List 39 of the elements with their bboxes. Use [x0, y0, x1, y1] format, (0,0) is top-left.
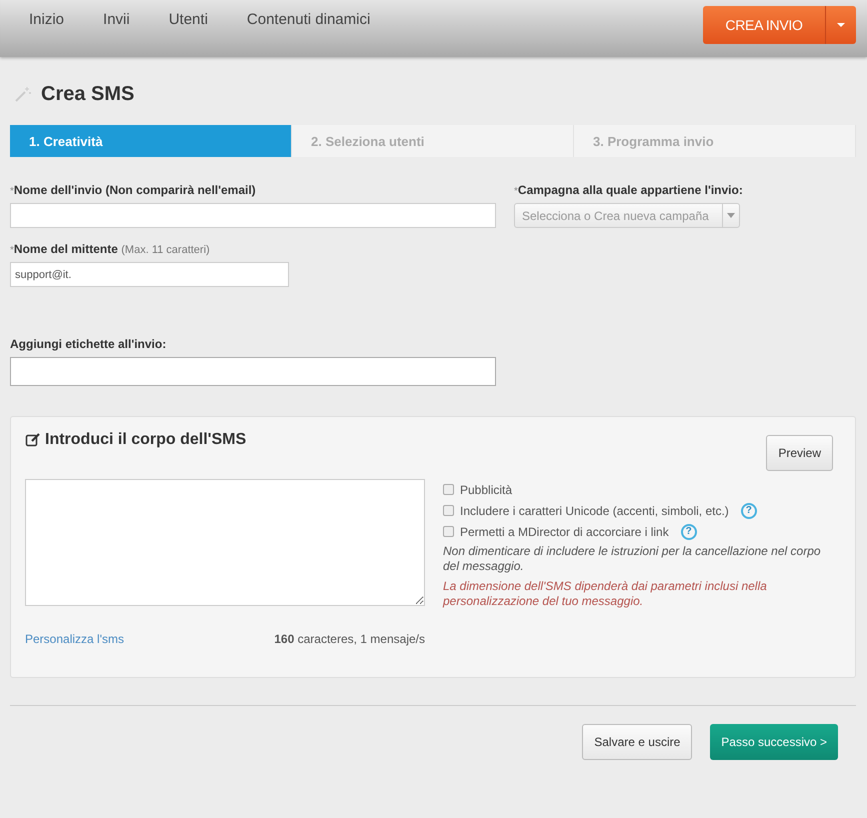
help-icon[interactable]: ?: [680, 524, 697, 540]
caret-icon: [836, 22, 846, 28]
checkbox[interactable]: [443, 526, 454, 537]
dropdown-button[interactable]: [825, 6, 856, 44]
preview-button[interactable]: Preview: [766, 435, 833, 471]
nav-link[interactable]: Contenuti dinamici: [246, 11, 370, 28]
edit-icon: [25, 432, 41, 448]
input-field[interactable]: [10, 203, 496, 228]
character-counter: 160 caracteres, 1 mensaje/s: [274, 632, 425, 646]
field-label: *Nome del mittente (Max. 11 caratteri): [10, 242, 211, 256]
checkbox[interactable]: [443, 484, 454, 495]
checkbox[interactable]: [443, 505, 454, 516]
wizard-step[interactable]: 2. Seleziona utenti: [292, 125, 574, 157]
input-field[interactable]: support@it.: [10, 262, 289, 287]
checkbox-label: Pubblicità: [460, 482, 512, 496]
campaign-select[interactable]: Selecciona o Crea nueva campaña: [514, 203, 740, 228]
page-title: Crea SMS: [41, 82, 134, 106]
field-label: *Campagna alla quale appartiene l'invio:: [514, 183, 743, 197]
checkbox-label: Includere i caratteri Unicode (accenti, simboli, etc.): [460, 504, 729, 518]
input-field[interactable]: [10, 357, 496, 386]
create-button[interactable]: CREA INVIO: [703, 6, 825, 44]
panel-title: Introduci il corpo dell'SMS: [45, 431, 246, 449]
field-label: Aggiungi etichette all'invio:: [10, 337, 168, 351]
save-button[interactable]: Salvare e uscire: [582, 724, 692, 760]
nav-link[interactable]: Utenti: [168, 11, 208, 28]
wizard-step[interactable]: 3. Programma invio: [574, 125, 856, 157]
nav-link[interactable]: Invii: [103, 11, 130, 28]
warning-text: La dimensione dell'SMS dipenderà dai parametri inclusi nella personalizzazione del tuo messaggio.: [443, 579, 768, 609]
wand-icon: [13, 84, 33, 104]
next-button[interactable]: Passo successivo >: [710, 724, 838, 760]
personalize-link[interactable]: Personalizza l'sms: [25, 632, 124, 646]
caret-icon: [727, 213, 735, 218]
checkbox-label: Permetti a MDirector di accorciare i link: [460, 524, 669, 538]
help-icon[interactable]: ?: [740, 502, 757, 518]
note-text: Non dimenticare di includere le istruzioni per la cancellazione nel corpo del messaggio.: [443, 544, 822, 574]
nav-link[interactable]: Inizio: [29, 11, 64, 28]
field-label: *Nome dell'invio (Non comparirà nell'email): [10, 183, 257, 197]
wizard-step[interactable]: 1. Creatività: [10, 125, 292, 157]
message-textarea[interactable]: [25, 479, 425, 606]
